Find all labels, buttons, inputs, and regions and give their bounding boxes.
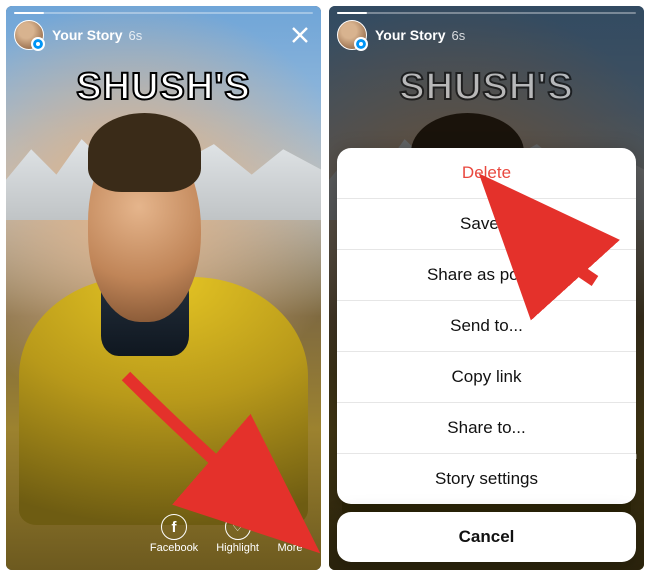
story-progress [337,12,636,14]
save-option[interactable]: Save... [337,198,636,249]
story-progress [14,12,313,14]
action-sheet: Delete Save... Share as post... Send to.… [337,148,636,562]
highlight-button[interactable]: ♡ Highlight [216,514,259,554]
action-sheet-options: Delete Save... Share as post... Send to.… [337,148,636,504]
avatar[interactable] [337,20,367,50]
story-time: 6s [129,28,143,43]
send-to-option[interactable]: Send to... [337,300,636,351]
action-label: Facebook [150,542,198,554]
story-bottom-actions: f Facebook ♡ Highlight More [6,504,321,570]
more-button[interactable]: More [277,514,303,554]
story-topbar: Your Story 6s [337,20,636,50]
story-title: Your Story [375,27,446,43]
story-time: 6s [452,28,466,43]
story-title: Your Story [52,27,123,43]
highlight-icon: ♡ [225,514,251,540]
action-label: More [277,542,302,554]
more-icon [277,514,303,540]
facebook-button[interactable]: f Facebook [150,514,198,554]
story-caption: SHUSH'S [6,66,321,109]
avatar[interactable] [14,20,44,50]
action-sheet-cancel: Cancel [337,512,636,562]
close-button[interactable] [287,22,313,48]
story-viewer-left: Your Story 6s SHUSH'S f Facebook ♡ Highl… [6,6,321,570]
delete-option[interactable]: Delete [337,148,636,198]
story-viewer-right: Your Story 6s SHUSH'S f Facebook ♡ Highl… [329,6,644,570]
action-label: Highlight [216,542,259,554]
share-as-post-option[interactable]: Share as post... [337,249,636,300]
cancel-button[interactable]: Cancel [337,512,636,562]
close-icon [291,26,309,44]
share-to-option[interactable]: Share to... [337,402,636,453]
story-caption: SHUSH'S [329,66,644,109]
facebook-icon: f [161,514,187,540]
copy-link-option[interactable]: Copy link [337,351,636,402]
story-settings-option[interactable]: Story settings [337,453,636,504]
story-topbar: Your Story 6s [14,20,313,50]
